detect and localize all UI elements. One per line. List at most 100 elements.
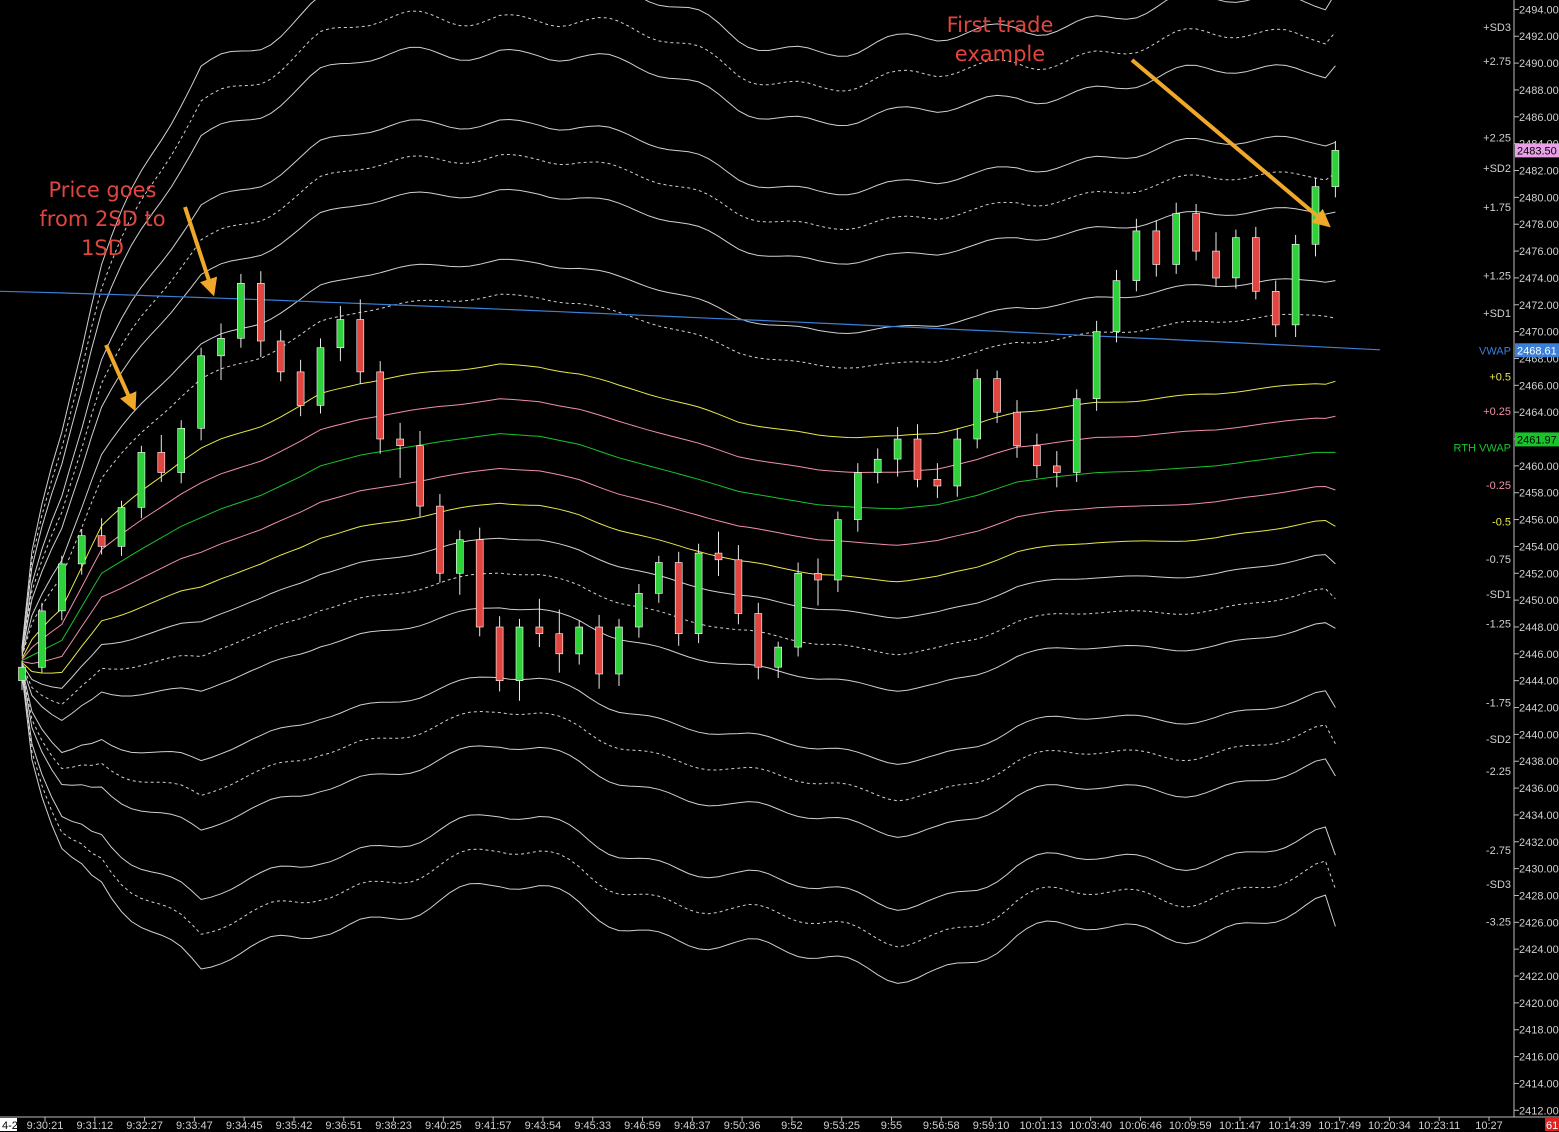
candle-body[interactable] xyxy=(714,552,723,561)
price-tick-label: 2420.00 xyxy=(1519,998,1559,1010)
candle-body[interactable] xyxy=(674,562,683,634)
candle-body[interactable] xyxy=(1232,237,1240,279)
band-label-4: +SD2 xyxy=(1483,163,1511,175)
candles-layer[interactable] xyxy=(18,140,1340,701)
candle-body[interactable] xyxy=(276,340,285,373)
candle-body[interactable] xyxy=(18,666,26,681)
candle-body[interactable] xyxy=(336,319,345,349)
time-tick-label: 9:46:59 xyxy=(624,1120,661,1132)
candle-body[interactable] xyxy=(754,613,763,668)
candle-body[interactable] xyxy=(1152,230,1161,265)
candle-body[interactable] xyxy=(77,535,86,565)
candle-body[interactable] xyxy=(38,610,46,668)
candle-body[interactable] xyxy=(595,626,603,675)
candle-body[interactable] xyxy=(296,371,305,406)
candle-body[interactable] xyxy=(436,505,444,574)
candle-body[interactable] xyxy=(356,319,365,373)
price-chart[interactable]: 2494.002492.002490.002488.002486.002484.… xyxy=(0,0,1559,1132)
price-tick-label: 2446.00 xyxy=(1519,649,1559,661)
candle-body[interactable] xyxy=(217,337,225,357)
price-tick-label: 2472.00 xyxy=(1519,300,1559,312)
candle-body[interactable] xyxy=(734,559,743,614)
price-tick-label: 2428.00 xyxy=(1519,890,1559,902)
price-tick-label: 2488.00 xyxy=(1519,85,1559,97)
price-tick-label: 2494.00 xyxy=(1519,4,1559,16)
candle-body[interactable] xyxy=(396,438,404,446)
candle-body[interactable] xyxy=(933,478,942,487)
vwap-label: VWAP xyxy=(1479,345,1511,357)
band-label-20: -SD3 xyxy=(1486,879,1511,891)
candle-body[interactable] xyxy=(794,572,802,648)
candle-body[interactable] xyxy=(814,572,822,581)
chart-root[interactable]: 2494.002492.002490.002488.002486.002484.… xyxy=(0,0,1559,1132)
candle-body[interactable] xyxy=(137,452,146,508)
candle-body[interactable] xyxy=(1033,445,1041,467)
candle-body[interactable] xyxy=(953,438,962,487)
candle-body[interactable] xyxy=(654,562,663,594)
band-label-15: -1.25 xyxy=(1486,618,1511,630)
candle-body[interactable] xyxy=(694,552,703,634)
band-label-18: -2.25 xyxy=(1486,766,1511,778)
time-tick-label: 10:11:47 xyxy=(1219,1120,1261,1132)
price-tick-label: 2486.00 xyxy=(1519,112,1559,124)
candle-body[interactable] xyxy=(515,626,524,682)
candle-body[interactable] xyxy=(1013,411,1021,447)
price-tick-label: 2414.00 xyxy=(1519,1078,1559,1090)
candle-body[interactable] xyxy=(1291,244,1300,326)
candle-body[interactable] xyxy=(913,438,922,480)
candle-body[interactable] xyxy=(1053,465,1061,473)
candle-body[interactable] xyxy=(316,347,325,406)
candle-body[interactable] xyxy=(1212,250,1220,279)
candle-body[interactable] xyxy=(834,519,842,581)
price-tick-label: 2474.00 xyxy=(1519,273,1559,285)
candle-body[interactable] xyxy=(774,646,783,668)
candle-body[interactable] xyxy=(117,507,126,547)
candle-body[interactable] xyxy=(615,626,623,675)
time-tick-label: 9:43:54 xyxy=(525,1120,562,1132)
candle-body[interactable] xyxy=(475,539,484,628)
candle-body[interactable] xyxy=(237,282,245,339)
candle-body[interactable] xyxy=(993,378,1001,413)
candle-body[interactable] xyxy=(157,452,166,473)
price-tick-label: 2454.00 xyxy=(1519,541,1559,553)
candle-body[interactable] xyxy=(256,282,265,342)
candle-body[interactable] xyxy=(1112,280,1121,332)
candle-body[interactable] xyxy=(1331,150,1340,187)
time-tick-label: 9:56:58 xyxy=(923,1120,960,1132)
candle-body[interactable] xyxy=(893,438,902,460)
candle-body[interactable] xyxy=(575,626,584,655)
band-label-10: RTH VWAP xyxy=(1454,442,1511,454)
candle-body[interactable] xyxy=(416,445,424,507)
price-tick-label: 2470.00 xyxy=(1519,327,1559,339)
price-tick-label: 2442.00 xyxy=(1519,703,1559,715)
candle-body[interactable] xyxy=(1252,237,1260,292)
candle-body[interactable] xyxy=(455,539,464,574)
time-tick-label: 10:09:59 xyxy=(1169,1120,1212,1132)
candle-body[interactable] xyxy=(376,371,385,440)
candle-body[interactable] xyxy=(1132,230,1141,281)
band-line-18 xyxy=(21,669,1336,838)
candle-body[interactable] xyxy=(635,593,643,628)
time-tick-label: 9:55 xyxy=(881,1120,902,1132)
candle-body[interactable] xyxy=(197,355,205,429)
candle-body[interactable] xyxy=(555,633,564,655)
candle-body[interactable] xyxy=(97,535,106,547)
band-line-19 xyxy=(21,671,1336,911)
candle-body[interactable] xyxy=(1092,331,1101,400)
band-line-16 xyxy=(21,667,1336,765)
candle-body[interactable] xyxy=(495,626,504,682)
candle-body[interactable] xyxy=(853,472,862,520)
candle-body[interactable] xyxy=(1072,398,1081,473)
candle-body[interactable] xyxy=(1172,213,1180,265)
candle-body[interactable] xyxy=(873,458,882,473)
time-tick-label: 9:33:47 xyxy=(176,1120,213,1132)
candle-body[interactable] xyxy=(535,626,544,634)
candle-body[interactable] xyxy=(57,563,66,612)
time-tick-label: 9:31:12 xyxy=(76,1120,113,1132)
candle-body[interactable] xyxy=(973,378,982,440)
time-tick-label: 9:53:25 xyxy=(823,1120,860,1132)
candle-body[interactable] xyxy=(1271,290,1280,326)
time-tick-label: 9:41:57 xyxy=(475,1120,512,1132)
candle-body[interactable] xyxy=(1192,213,1200,252)
candle-body[interactable] xyxy=(177,427,185,473)
